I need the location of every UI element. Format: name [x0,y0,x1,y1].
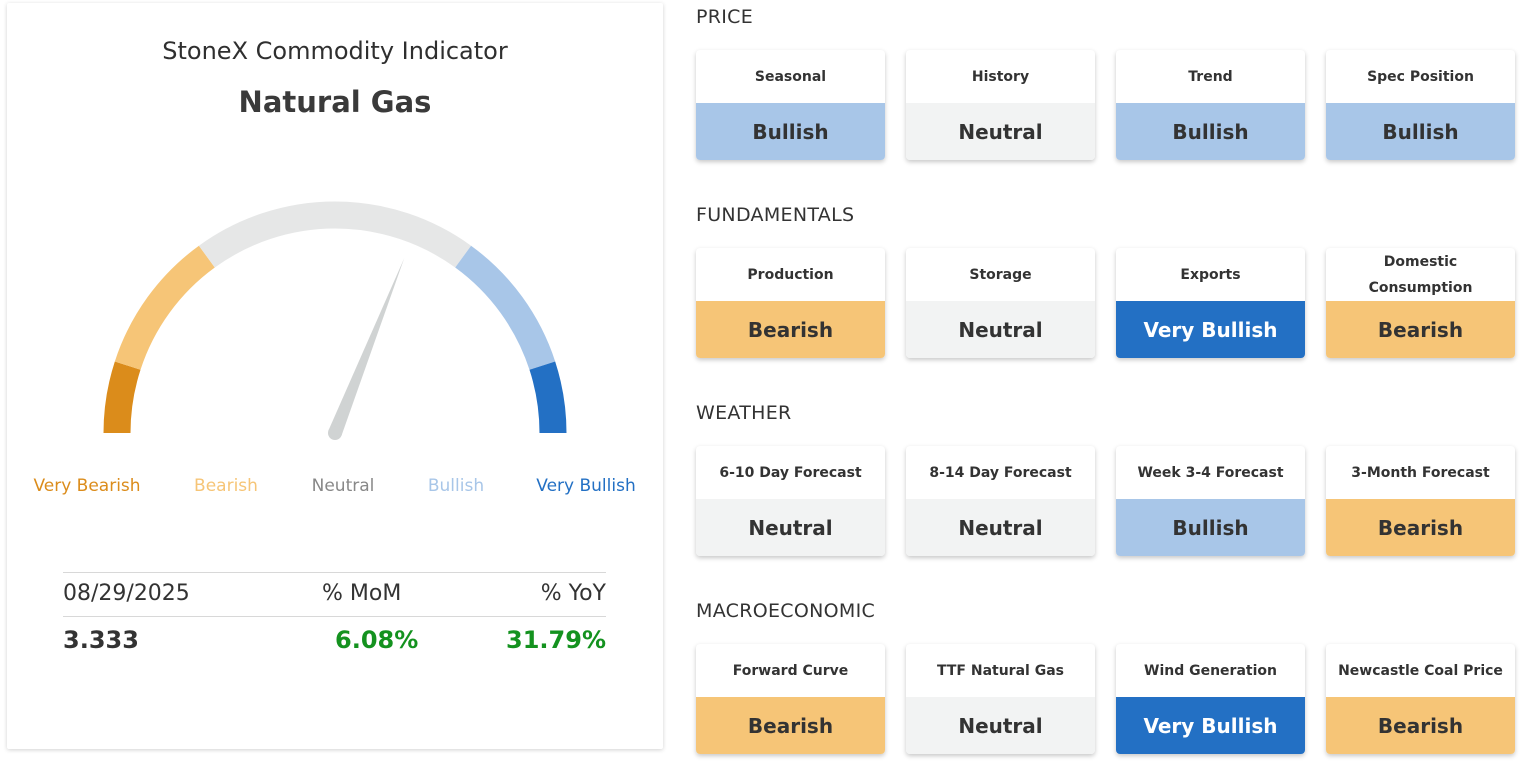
card-domestic-consumption[interactable]: Domestic Consumption Bearish [1326,248,1515,358]
card-signal: Bearish [1326,697,1515,754]
card-signal: Neutral [906,103,1095,160]
card-signal: Bullish [1326,103,1515,160]
gauge-label-very-bullish: Very Bullish [536,476,636,496]
section-title-price: PRICE [696,6,754,28]
card-storage[interactable]: Storage Neutral [906,248,1095,358]
card-signal: Bearish [696,697,885,754]
gauge-segment-bearish [114,245,215,371]
card-label: Trend [1188,68,1233,85]
card-spec-position[interactable]: Spec Position Bullish [1326,50,1515,160]
card-signal: Neutral [906,301,1095,358]
card-signal: Bearish [696,301,885,358]
card-label: Forward Curve [732,662,849,679]
section-title-weather: WEATHER [696,402,792,424]
card-signal: Bearish [1326,499,1515,556]
card-label: 6-10 Day Forecast [719,464,862,481]
card-8-14-day-forecast[interactable]: 8-14 Day Forecast Neutral [906,446,1095,556]
indicator-panel: StoneX Commodity Indicator Natural Gas V… [7,3,663,749]
card-label: Seasonal [754,68,827,85]
card-week-3-4-forecast[interactable]: Week 3-4 Forecast Bullish [1116,446,1305,556]
card-3-month-forecast[interactable]: 3-Month Forecast Bearish [1326,446,1515,556]
card-label: Storage [969,266,1032,283]
card-label: Exports [1180,266,1241,283]
card-signal: Neutral [906,697,1095,754]
stats-mom-header: % MoM [322,581,402,606]
sentiment-gauge [103,201,567,440]
gauge-label-neutral: Neutral [311,476,375,496]
gauge-segment-very-bearish [103,361,141,434]
stats-yoy-header: % YoY [540,581,606,606]
gauge-segment-very-bullish [529,361,567,434]
card-label: History [971,68,1030,85]
card-label: Spec Position [1367,68,1474,85]
card-6-10-day-forecast[interactable]: 6-10 Day Forecast Neutral [696,446,885,556]
card-signal: Very Bullish [1116,697,1305,754]
card-exports[interactable]: Exports Very Bullish [1116,248,1305,358]
gauge-needle-hub [328,426,342,440]
section-title-macroeconomic: MACROECONOMIC [696,600,876,622]
gauge-segment-neutral [198,201,472,268]
card-trend[interactable]: Trend Bullish [1116,50,1305,160]
card-signal: Bearish [1326,301,1515,358]
card-forward-curve[interactable]: Forward Curve Bearish [696,644,885,754]
gauge-label-bearish: Bearish [194,476,258,496]
gauge-label-bullish: Bullish [427,476,485,496]
card-ttf-natural-gas[interactable]: TTF Natural Gas Neutral [906,644,1095,754]
card-history[interactable]: History Neutral [906,50,1095,160]
card-signal: Bullish [696,103,885,160]
card-label: Newcastle Coal Price [1338,662,1503,679]
stats-divider-top [63,572,606,573]
card-production[interactable]: Production Bearish [696,248,885,358]
stats-date: 08/29/2025 [63,581,190,606]
card-label: TTF Natural Gas [937,662,1064,679]
stats-divider-mid [63,616,606,617]
card-label: 3-Month Forecast [1351,464,1490,481]
card-newcastle-coal-price[interactable]: Newcastle Coal Price Bearish [1326,644,1515,754]
card-label: Week 3-4 Forecast [1137,464,1284,481]
card-signal: Bullish [1116,103,1305,160]
gauge-needle [328,258,405,436]
card-wind-generation[interactable]: Wind Generation Very Bullish [1116,644,1305,754]
gauge-label-very-bearish: Very Bearish [33,476,141,496]
section-title-fundamentals: FUNDAMENTALS [696,204,855,226]
card-label: Production [747,266,834,283]
card-label: Wind Generation [1144,662,1277,679]
card-signal: Neutral [906,499,1095,556]
card-signal: Very Bullish [1116,301,1305,358]
stats-mom-value: 6.08% [335,626,419,654]
card-label: Domestic Consumption [1368,253,1473,296]
card-signal: Neutral [696,499,885,556]
card-signal: Bullish [1116,499,1305,556]
card-seasonal[interactable]: Seasonal Bullish [696,50,885,160]
stats-price: 3.333 [63,626,139,654]
gauge-segment-bullish [455,245,556,371]
stats-yoy-value: 31.79% [506,626,606,654]
card-label: 8-14 Day Forecast [929,464,1072,481]
